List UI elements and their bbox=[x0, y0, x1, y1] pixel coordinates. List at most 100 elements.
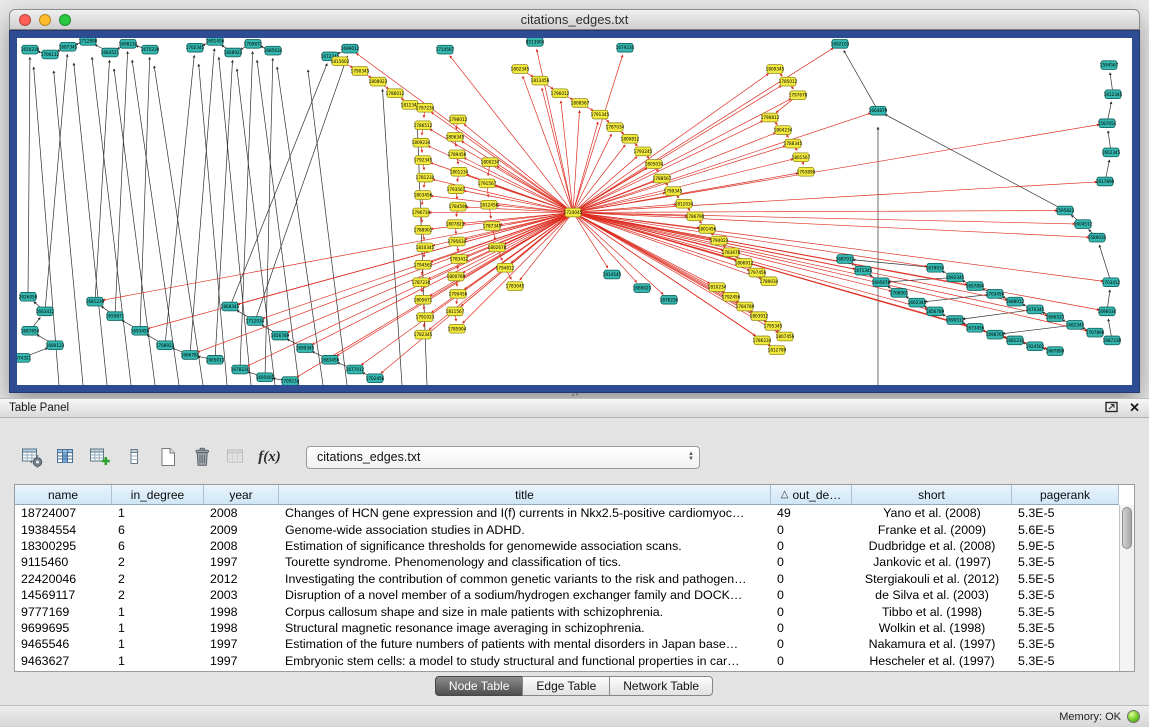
network-node[interactable]: 1790345 bbox=[351, 67, 370, 76]
table-cell[interactable]: 5.9E-5 bbox=[1012, 539, 1119, 553]
network-node[interactable]: 1786790 bbox=[686, 212, 705, 221]
table-cell[interactable]: 0 bbox=[771, 654, 852, 668]
network-node[interactable]: 1805671 bbox=[414, 295, 433, 304]
table-cell[interactable]: 0 bbox=[771, 555, 852, 569]
network-node[interactable]: 1797456 bbox=[748, 268, 767, 277]
table-cell[interactable]: 0 bbox=[771, 523, 852, 537]
table-cell[interactable]: 0 bbox=[771, 539, 852, 553]
network-node[interactable]: 1783412 bbox=[450, 255, 469, 264]
table-cell[interactable]: Corpus callosum shape and size in male p… bbox=[279, 605, 771, 619]
network-node[interactable]: 1709871 bbox=[244, 39, 263, 48]
table-cell[interactable]: 2 bbox=[112, 555, 204, 569]
scrollbar-thumb[interactable] bbox=[1122, 507, 1132, 549]
network-node[interactable]: 1808567 bbox=[571, 99, 590, 108]
table-cell[interactable]: 2012 bbox=[204, 572, 279, 586]
network-node[interactable]: 1707890 bbox=[1086, 328, 1105, 337]
network-node[interactable]: 1714567 bbox=[436, 45, 455, 54]
network-node[interactable]: 1786234 bbox=[753, 336, 772, 345]
table-row[interactable]: 1830029562008Estimation of significance … bbox=[15, 538, 1119, 554]
network-node[interactable]: 1808923 bbox=[369, 77, 388, 86]
network-node[interactable]: 1802678 bbox=[488, 243, 507, 252]
network-canvas[interactable]: 1656230170611216873451712890168452116982… bbox=[17, 38, 1132, 385]
network-node[interactable]: 1692103 bbox=[831, 39, 850, 48]
network-node[interactable]: 1800789 bbox=[447, 272, 466, 281]
network-node[interactable]: 1664879 bbox=[869, 106, 888, 115]
tab-network-table[interactable]: Network Table bbox=[609, 676, 713, 696]
table-row[interactable]: 977716911998Corpus callosum shape and si… bbox=[15, 603, 1119, 619]
table-row[interactable]: 911546021997Tourette syndrome. Phenomeno… bbox=[15, 554, 1119, 570]
network-node[interactable]: 1691456 bbox=[206, 38, 225, 45]
table-cell[interactable]: 22420046 bbox=[15, 572, 112, 586]
network-node[interactable]: 1671345 bbox=[854, 266, 873, 275]
table-cell[interactable]: 0 bbox=[771, 621, 852, 635]
table-cell[interactable]: Changes of HCN gene expression and I(f) … bbox=[279, 506, 771, 520]
column-header-short[interactable]: short bbox=[852, 485, 1012, 505]
network-node[interactable]: 1792456 bbox=[722, 292, 741, 301]
network-node[interactable]: 1802345 bbox=[511, 65, 530, 74]
table-cell[interactable]: 2008 bbox=[204, 539, 279, 553]
network-node[interactable]: 1712034 bbox=[246, 317, 265, 326]
create-column-button[interactable] bbox=[86, 444, 113, 471]
table-cell[interactable]: 1 bbox=[112, 654, 204, 668]
network-node[interactable]: 1673456 bbox=[966, 323, 985, 332]
network-node[interactable]: 1806912 bbox=[735, 259, 754, 268]
table-cell[interactable]: 14569117 bbox=[15, 588, 112, 602]
table-cell[interactable]: 9777169 bbox=[15, 605, 112, 619]
network-node[interactable]: 1797234 bbox=[416, 103, 435, 112]
network-node[interactable]: 1924502 bbox=[1026, 342, 1045, 351]
table-cell[interactable]: 1998 bbox=[204, 621, 279, 635]
network-node[interactable]: 1703456 bbox=[986, 290, 1005, 299]
network-node[interactable]: 1666781 bbox=[181, 351, 200, 360]
network-node[interactable]: 1785904 bbox=[448, 324, 467, 333]
network-node[interactable]: 1692345 bbox=[946, 273, 965, 282]
network-node[interactable]: 1786012 bbox=[386, 89, 405, 98]
network-node[interactable]: 1807823 bbox=[446, 220, 465, 229]
network-node[interactable]: 1677012 bbox=[346, 365, 365, 374]
table-row[interactable]: 1872400712008Changes of HCN gene express… bbox=[15, 505, 1119, 521]
network-node[interactable]: 1806345 bbox=[446, 133, 465, 142]
network-node[interactable]: 1791345 bbox=[591, 110, 610, 119]
network-node[interactable]: 1801234 bbox=[450, 167, 469, 176]
network-node[interactable]: 1801567 bbox=[792, 153, 811, 162]
create-table-button[interactable] bbox=[154, 444, 181, 471]
network-node[interactable]: 1612345 bbox=[1104, 90, 1123, 99]
network-node[interactable]: 1676234 bbox=[660, 295, 679, 304]
table-cell[interactable]: Stergiakouli et al. (2012) bbox=[852, 572, 1012, 586]
network-node[interactable]: 1693450 bbox=[131, 326, 150, 335]
network-node[interactable]: 1815602 bbox=[331, 57, 350, 66]
table-cell[interactable]: 0 bbox=[771, 637, 852, 651]
network-node[interactable]: 1805034 bbox=[645, 160, 664, 169]
network-node[interactable]: 1793567 bbox=[447, 185, 466, 194]
table-cell[interactable]: 2 bbox=[112, 588, 204, 602]
table-select[interactable]: citations_edges.txt ▲▼ bbox=[306, 446, 700, 469]
column-header-in_degree[interactable]: in_degree bbox=[112, 485, 204, 505]
table-cell[interactable]: 19384554 bbox=[15, 523, 112, 537]
network-node[interactable]: 1679034 bbox=[926, 263, 945, 272]
network-node[interactable]: 1914545 bbox=[603, 270, 622, 279]
network-node[interactable]: 1668923 bbox=[224, 48, 243, 57]
network-node[interactable]: 1786512 bbox=[414, 121, 433, 130]
network-node[interactable]: 1589034 bbox=[1088, 233, 1107, 242]
network-node[interactable]: 1856789 bbox=[926, 307, 945, 316]
network-node[interactable]: 1812789 bbox=[768, 346, 787, 355]
network-node[interactable]: 1797678 bbox=[789, 91, 808, 100]
table-cell[interactable]: de Silva et al. (2003) bbox=[852, 588, 1012, 602]
network-node[interactable]: 2026059 bbox=[19, 292, 38, 301]
network-node[interactable]: 1587654 bbox=[1098, 119, 1117, 128]
network-node[interactable]: 1783045 bbox=[506, 282, 525, 291]
network-node[interactable]: 1708923 bbox=[156, 341, 175, 350]
network-node[interactable]: 1659871 bbox=[106, 312, 125, 321]
table-cell[interactable]: Estimation of the future numbers of pati… bbox=[279, 637, 771, 651]
table-cell[interactable]: 5.5E-5 bbox=[1012, 572, 1119, 586]
column-header-title[interactable]: title bbox=[279, 485, 771, 505]
delete-table-button[interactable] bbox=[188, 444, 215, 471]
network-node[interactable]: 1602345 bbox=[1102, 148, 1121, 157]
table-cell[interactable]: 9463627 bbox=[15, 654, 112, 668]
table-cell[interactable]: 6 bbox=[112, 539, 204, 553]
memory-ok-led[interactable] bbox=[1127, 710, 1140, 723]
network-node[interactable]: 1809234 bbox=[412, 138, 431, 147]
network-node[interactable]: 1790456 bbox=[449, 290, 468, 299]
network-node[interactable]: 1657894 bbox=[966, 282, 985, 291]
network-node[interactable]: 1724045 bbox=[564, 208, 583, 217]
table-row[interactable]: 1938455462009Genome-wide association stu… bbox=[15, 521, 1119, 537]
